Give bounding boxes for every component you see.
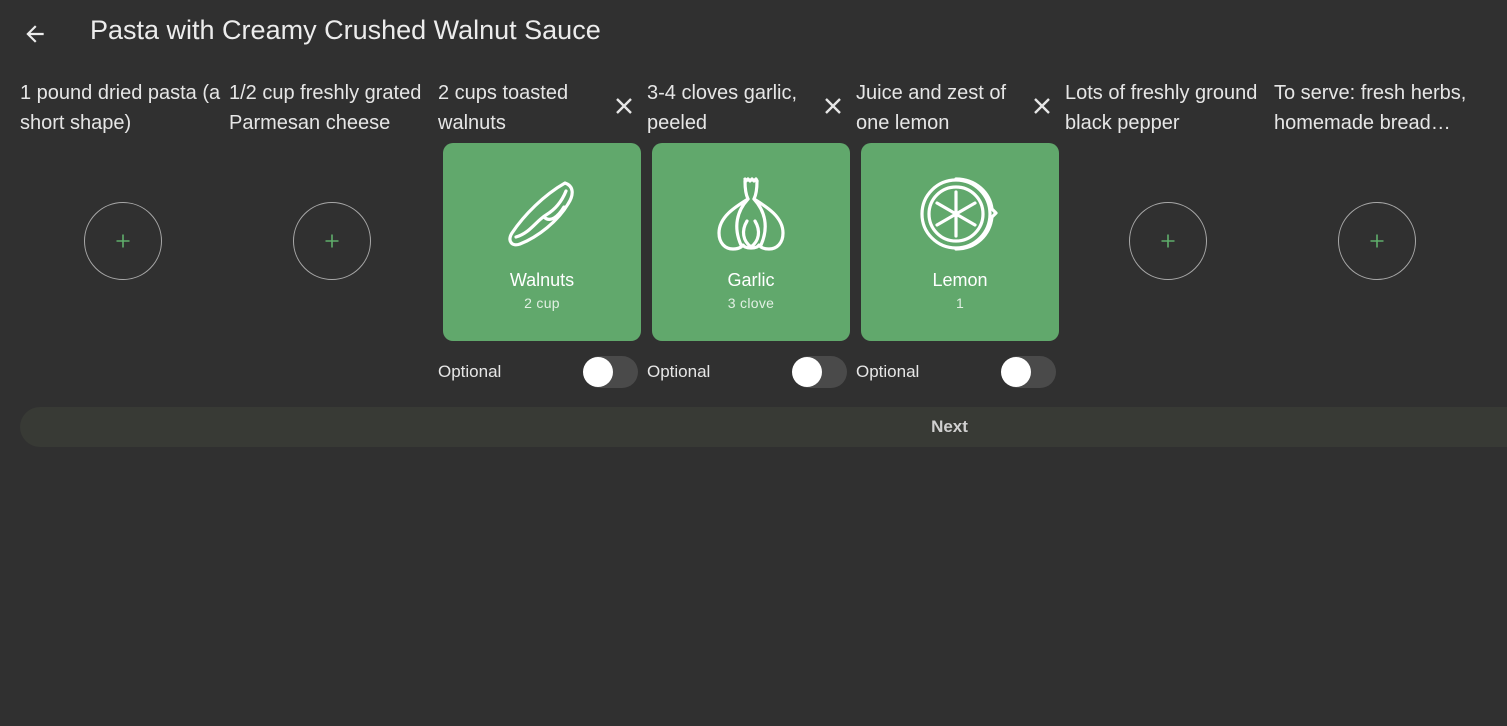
food-card[interactable]: Garlic 3 clove	[652, 143, 850, 341]
ingredient-column: Lots of freshly ground black pepper	[1065, 78, 1274, 398]
page-title: Pasta with Creamy Crushed Walnut Sauce	[90, 15, 601, 45]
ingredient-label: Juice and zest of one lemon	[856, 82, 1007, 134]
add-food-button[interactable]	[1129, 202, 1207, 280]
close-icon	[616, 98, 632, 114]
lemon-icon	[920, 177, 998, 251]
optional-toggle[interactable]	[581, 354, 638, 390]
ingredient-label: 2 cups toasted walnuts	[438, 82, 569, 134]
ingredient-header: 1 pound dried pasta (a short shape)	[20, 78, 229, 140]
optional-label: Optional	[856, 362, 920, 381]
plus-icon	[116, 234, 130, 248]
toggle-thumb	[792, 357, 822, 387]
ingredient-header: Juice and zest of one lemon	[856, 78, 1065, 140]
arrow-left-icon	[26, 25, 44, 43]
ingredient-header: Lots of freshly ground black pepper	[1065, 78, 1274, 140]
toggle-thumb	[1001, 357, 1031, 387]
food-quantity: 3 clove	[727, 295, 775, 311]
app-header: Pasta with Creamy Crushed Walnut Sauce	[0, 0, 1507, 66]
plus-icon	[1370, 234, 1384, 248]
optional-label: Optional	[647, 362, 711, 381]
optional-toggle[interactable]	[999, 354, 1056, 390]
ingredient-column: 1/2 cup freshly grated Parmesan cheese	[229, 78, 438, 398]
add-food-button[interactable]	[1338, 202, 1416, 280]
ingredient-label: 1 pound dried pasta (a short shape)	[20, 82, 221, 134]
ingredient-header: To serve: fresh herbs, homemade bread cr…	[1274, 78, 1483, 140]
remove-food-button[interactable]	[1028, 92, 1056, 120]
optional-row: Optional	[647, 352, 856, 392]
ingredient-header: 3-4 cloves garlic, peeled	[647, 78, 856, 140]
food-card[interactable]: Walnuts 2 cup	[443, 143, 641, 341]
add-food-button[interactable]	[293, 202, 371, 280]
back-button[interactable]	[14, 13, 56, 55]
food-name: Walnuts	[509, 270, 575, 290]
food-card[interactable]: Lemon 1	[861, 143, 1059, 341]
close-icon	[1034, 98, 1050, 114]
next-label: Next	[931, 417, 968, 436]
optional-row: Optional	[438, 352, 647, 392]
toggle-thumb	[583, 357, 613, 387]
ingredient-list: 1 pound dried pasta (a short shape) 1/2 …	[20, 78, 1483, 398]
app-root: Pasta with Creamy Crushed Walnut Sauce 1…	[0, 0, 1507, 726]
ingredient-label: Lots of freshly ground black pepper	[1065, 82, 1258, 134]
food-name: Lemon	[932, 270, 988, 290]
ingredient-header: 2 cups toasted walnuts	[438, 78, 647, 140]
add-food-button[interactable]	[84, 202, 162, 280]
walnut-icon	[508, 181, 574, 247]
ingredient-label: 1/2 cup freshly grated Parmesan cheese	[229, 82, 422, 134]
optional-toggle[interactable]	[790, 354, 847, 390]
food-quantity: 1	[955, 295, 965, 311]
plus-icon	[325, 234, 339, 248]
garlic-icon	[717, 177, 785, 251]
close-icon	[825, 98, 841, 114]
food-name: Garlic	[727, 270, 775, 290]
ingredient-column: 2 cups toasted walnuts Walnuts 2 cup Opt…	[438, 78, 647, 398]
ingredient-label: 3-4 cloves garlic, peeled	[647, 82, 798, 134]
ingredient-label: To serve: fresh herbs, homemade bread cr…	[1274, 82, 1467, 134]
ingredient-header: 1/2 cup freshly grated Parmesan cheese	[229, 78, 438, 140]
optional-row: Optional	[856, 352, 1065, 392]
remove-food-button[interactable]	[610, 92, 638, 120]
next-button[interactable]: Next	[20, 407, 1507, 447]
optional-label: Optional	[438, 362, 502, 381]
food-quantity: 2 cup	[524, 295, 560, 311]
ingredient-column: 1 pound dried pasta (a short shape)	[20, 78, 229, 398]
plus-icon	[1161, 234, 1175, 248]
ingredient-column: Juice and zest of one lemon Lemon 1 Opti…	[856, 78, 1065, 398]
remove-food-button[interactable]	[819, 92, 847, 120]
ingredient-column: 3-4 cloves garlic, peeled Garlic 3 clove…	[647, 78, 856, 398]
ingredient-column: To serve: fresh herbs, homemade bread cr…	[1274, 78, 1483, 398]
